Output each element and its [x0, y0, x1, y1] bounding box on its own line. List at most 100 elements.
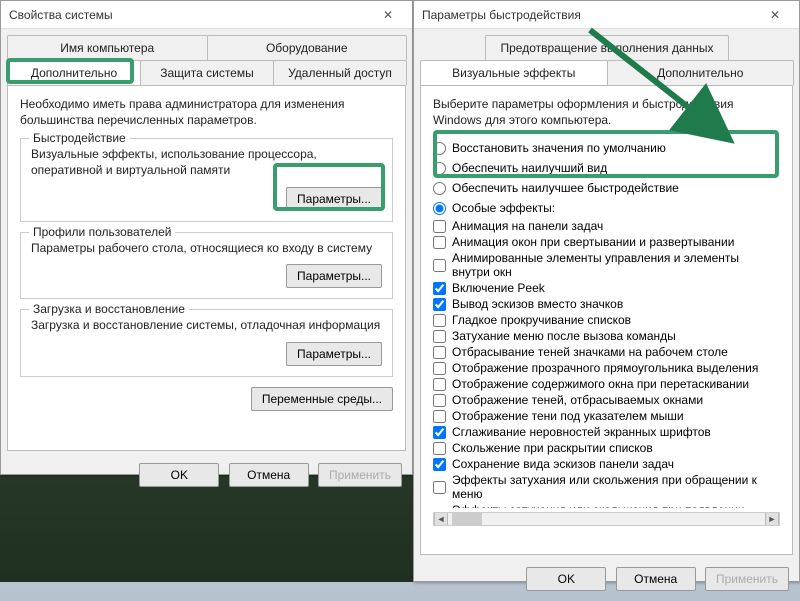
env-vars-button[interactable]: Переменные среды... [251, 387, 393, 411]
check-label: Анимированные элементы управления и элем… [452, 251, 780, 279]
close-icon[interactable]: ✕ [759, 8, 791, 22]
check-input[interactable] [433, 298, 446, 311]
check-input[interactable] [433, 220, 446, 233]
check-option[interactable]: Эффекты затухания или скольжения при обр… [433, 472, 780, 502]
check-input[interactable] [433, 282, 446, 295]
performance-options-window: Параметры быстродействия ✕ Предотвращени… [413, 0, 800, 582]
check-option[interactable]: Гладкое прокручивание списков [433, 312, 780, 328]
check-option[interactable]: Вывод эскизов вместо значков [433, 296, 780, 312]
check-input[interactable] [433, 362, 446, 375]
tab-visual-effects[interactable]: Визуальные эффекты [420, 60, 608, 85]
ok-button[interactable]: OK [139, 463, 219, 487]
boot-group: Загрузка и восстановление Загрузка и вос… [20, 309, 393, 377]
check-label: Включение Peek [452, 281, 545, 295]
tab-system-protection[interactable]: Защита системы [140, 60, 274, 85]
tab-body: Выберите параметры оформления и быстроде… [420, 85, 793, 555]
check-option[interactable]: Отображение теней, отбрасываемых окнами [433, 392, 780, 408]
check-input[interactable] [433, 442, 446, 455]
tab-body: Необходимо иметь права администратора дл… [7, 85, 406, 451]
check-option[interactable]: Сглаживание неровностей экранных шрифтов [433, 424, 780, 440]
tab-dep[interactable]: Предотвращение выполнения данных [485, 35, 728, 60]
check-label: Эффекты затухания или скольжения при обр… [452, 473, 780, 501]
check-label: Отбрасывание теней значками на рабочем с… [452, 345, 728, 359]
check-option[interactable]: Анимированные элементы управления и элем… [433, 250, 780, 280]
tabs-row-top: Предотвращение выполнения данных [414, 29, 799, 60]
check-option[interactable]: Отбрасывание теней значками на рабочем с… [433, 344, 780, 360]
scroll-thumb[interactable] [452, 513, 482, 525]
tabs-row2: Дополнительно Защита системы Удаленный д… [1, 60, 412, 85]
check-option[interactable]: Отображение содержимого окна при перетас… [433, 376, 780, 392]
check-option[interactable]: Анимация на панели задач [433, 218, 780, 234]
titlebar: Параметры быстродействия ✕ [414, 1, 799, 29]
check-label: Гладкое прокручивание списков [452, 313, 631, 327]
visual-desc: Выберите параметры оформления и быстроде… [433, 96, 780, 128]
check-option[interactable]: Включение Peek [433, 280, 780, 296]
check-input[interactable] [433, 236, 446, 249]
apply-button[interactable]: Применить [705, 567, 789, 591]
boot-desc: Загрузка и восстановление системы, отлад… [31, 318, 382, 334]
radio-label: Восстановить значения по умолчанию [452, 141, 666, 155]
check-input[interactable] [433, 314, 446, 327]
close-icon[interactable]: ✕ [372, 8, 404, 22]
check-input[interactable] [433, 378, 446, 391]
check-option[interactable]: Анимация окон при свертывании и разверты… [433, 234, 780, 250]
check-label: Анимация на панели задач [452, 219, 603, 233]
profiles-params-button[interactable]: Параметры... [286, 264, 382, 288]
profiles-legend: Профили пользователей [29, 225, 175, 239]
check-label: Вывод эскизов вместо значков [452, 297, 623, 311]
check-input[interactable] [433, 458, 446, 471]
performance-params-button[interactable]: Параметры... [286, 187, 382, 211]
check-input[interactable] [433, 410, 446, 423]
cancel-button[interactable]: Отмена [616, 567, 696, 591]
apply-button[interactable]: Применить [318, 463, 402, 487]
tab-advanced[interactable]: Дополнительно [7, 60, 141, 85]
radio-label: Обеспечить наилучшее быстродействие [452, 181, 679, 195]
tab-remote[interactable]: Удаленный доступ [273, 60, 407, 85]
tab-hardware[interactable]: Оборудование [207, 35, 408, 60]
check-option[interactable]: Отображение прозрачного прямоугольника в… [433, 360, 780, 376]
tab-advanced[interactable]: Дополнительно [607, 60, 795, 85]
check-option[interactable]: Эффекты затухания или скольжения при поя… [433, 502, 780, 508]
radio-input[interactable] [433, 162, 446, 175]
check-option[interactable]: Скольжение при раскрытии списков [433, 440, 780, 456]
horizontal-scrollbar[interactable]: ◄ ► [433, 512, 780, 526]
window-title: Свойства системы [9, 8, 372, 22]
check-option[interactable]: Затухание меню после вызова команды [433, 328, 780, 344]
radio-label: Особые эффекты: [452, 201, 555, 215]
check-option[interactable]: Сохранение вида эскизов панели задач [433, 456, 780, 472]
cancel-button[interactable]: Отмена [229, 463, 309, 487]
check-label: Сглаживание неровностей экранных шрифтов [452, 425, 711, 439]
radio-input[interactable] [433, 142, 446, 155]
profiles-group: Профили пользователей Параметры рабочего… [20, 232, 393, 300]
radio-label: Обеспечить наилучший вид [452, 161, 607, 175]
check-input[interactable] [433, 259, 446, 272]
radio-input[interactable] [433, 202, 446, 215]
radio-option[interactable]: Особые эффекты: [433, 198, 780, 218]
check-input[interactable] [433, 394, 446, 407]
check-label: Отображение тени под указателем мыши [452, 409, 684, 423]
check-label: Эффекты затухания или скольжения при поя… [452, 503, 780, 508]
check-input[interactable] [433, 330, 446, 343]
check-input[interactable] [433, 481, 446, 494]
performance-group: Быстродействие Визуальные эффекты, испол… [20, 138, 393, 221]
radio-option[interactable]: Обеспечить наилучший вид [433, 158, 780, 178]
check-label: Сохранение вида эскизов панели задач [452, 457, 674, 471]
check-option[interactable]: Отображение тени под указателем мыши [433, 408, 780, 424]
radio-input[interactable] [433, 182, 446, 195]
scroll-left-icon[interactable]: ◄ [434, 513, 448, 525]
tab-computer-name[interactable]: Имя компьютера [7, 35, 208, 60]
ok-button[interactable]: OK [526, 567, 606, 591]
radio-option[interactable]: Восстановить значения по умолчанию [433, 138, 780, 158]
radio-option[interactable]: Обеспечить наилучшее быстродействие [433, 178, 780, 198]
boot-params-button[interactable]: Параметры... [286, 342, 382, 366]
scroll-right-icon[interactable]: ► [765, 513, 779, 525]
check-label: Скольжение при раскрытии списков [452, 441, 653, 455]
radio-group: Восстановить значения по умолчанию Обеспе… [433, 138, 780, 218]
admin-desc: Необходимо иметь права администратора дл… [20, 96, 393, 128]
dialog-footer: OK Отмена Применить [414, 561, 799, 601]
performance-desc: Визуальные эффекты, использование процес… [31, 147, 382, 178]
check-input[interactable] [433, 426, 446, 439]
check-label: Затухание меню после вызова команды [452, 329, 676, 343]
performance-legend: Быстродействие [29, 131, 130, 145]
check-input[interactable] [433, 346, 446, 359]
